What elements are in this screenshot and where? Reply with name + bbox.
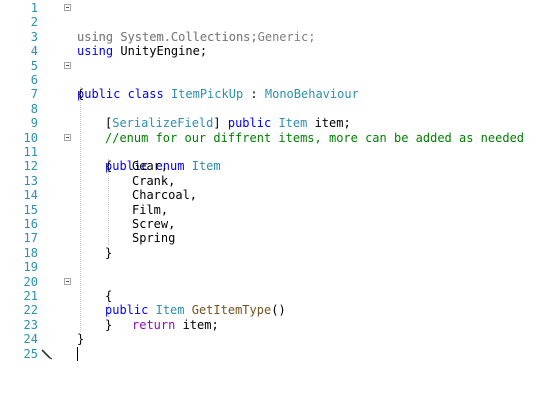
keyword: using <box>77 44 114 59</box>
brace: { <box>105 289 113 303</box>
code-line-12: Gear, <box>0 159 540 173</box>
enum-member: Crank, <box>132 173 176 188</box>
class-name: ItemPickUp <box>170 87 244 102</box>
code-line-13: Crank, <box>0 174 540 188</box>
collapse-toggle-icon[interactable] <box>64 4 71 11</box>
collapse-toggle-icon[interactable] <box>64 61 71 69</box>
enum-member: Screw, <box>132 217 176 231</box>
enum-member: Spring <box>132 231 176 246</box>
code-line-24: } <box>0 332 540 346</box>
code-line-11: { <box>0 145 540 173</box>
code-line-18: } <box>0 246 540 260</box>
code-line-3: using UnityEngine; <box>0 30 540 58</box>
collapse-toggle-icon[interactable] <box>64 277 71 285</box>
brace: { <box>77 87 85 102</box>
code-line-22: return item; <box>0 303 540 332</box>
code-line-21: { <box>0 289 540 303</box>
base-class: MonoBehaviour <box>264 87 359 102</box>
code-line-16: Screw, <box>0 217 540 231</box>
enum-member: Film, <box>132 202 169 217</box>
keyword: class <box>120 87 171 102</box>
code-line-14: Charcoal, <box>0 188 540 202</box>
code-line-2: using System.Collections.Generic; <box>0 15 540 44</box>
code-line-17: Spring <box>0 231 540 245</box>
code-line-1: using System.Collections; <box>0 1 540 44</box>
pencil-icon <box>41 349 53 360</box>
code-line-15: Film, <box>0 203 540 217</box>
code-line-8: [SerializeField] public Item item; <box>0 102 540 130</box>
code-line-6: { <box>0 73 540 101</box>
text-caret <box>77 347 78 361</box>
namespace: UnityEngine; <box>113 44 208 59</box>
collapse-toggle-icon[interactable] <box>64 133 71 141</box>
brace: } <box>105 317 113 332</box>
line-number: 25 <box>23 346 38 361</box>
enum-member: Gear, <box>132 159 169 174</box>
code-line-23: } <box>0 318 540 332</box>
code-editor[interactable]: 1 2 3 4 5 6 7 8 9 10 11 12 13 14 15 16 17 18 19 20 21 22 23 24 2… <box>0 0 540 401</box>
code-line-5: public class ItemPickUp : MonoBehaviour <box>0 59 540 101</box>
code-line-10: public enum Item <box>0 131 540 173</box>
separator: : <box>243 87 265 102</box>
code-line-20: public Item GetItemType() <box>0 275 540 317</box>
enum-member: Charcoal, <box>132 188 198 203</box>
brace: } <box>105 245 113 260</box>
brace: } <box>77 332 85 347</box>
line-number: 19 <box>23 260 38 275</box>
code-line-9: //enum for our diffrent items, more can … <box>0 116 540 145</box>
